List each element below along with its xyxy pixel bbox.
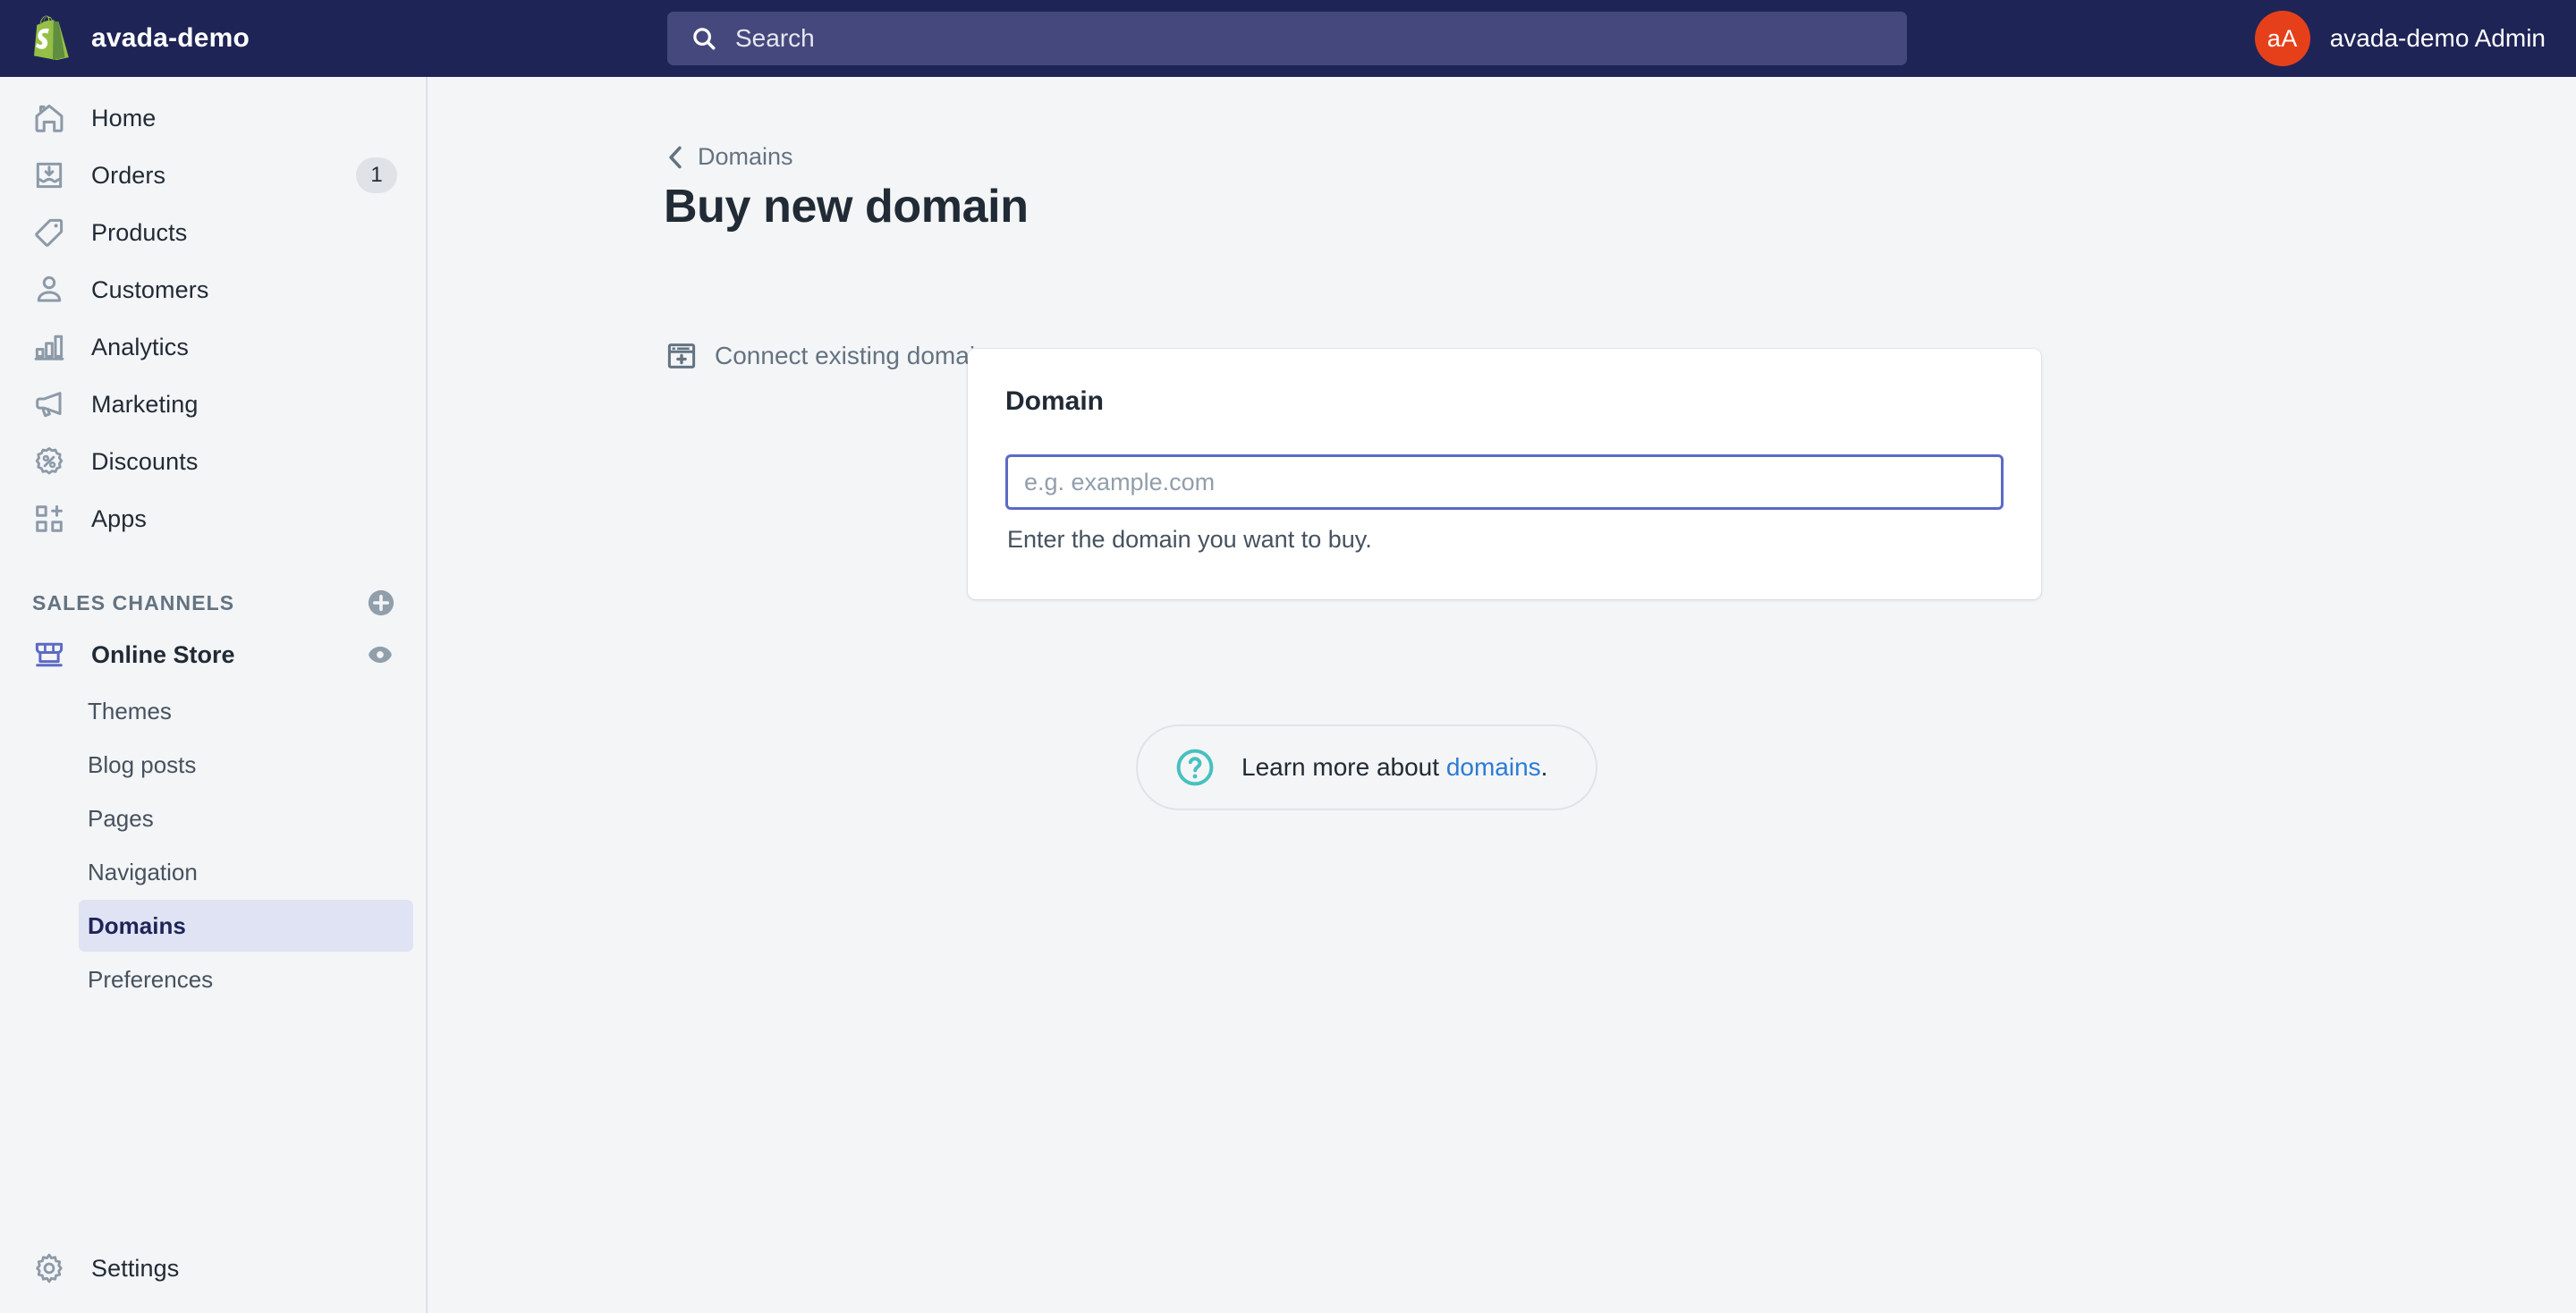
- sidebar-item-label: Orders: [91, 161, 166, 189]
- sidebar-item-discounts[interactable]: Discounts: [13, 433, 413, 490]
- brand-home-link[interactable]: avada-demo: [0, 0, 428, 77]
- sidebar-subitem-label: Themes: [88, 697, 172, 724]
- sidebar-item-analytics[interactable]: Analytics: [13, 318, 413, 376]
- search-placeholder-text: Search: [735, 24, 815, 52]
- window-plus-icon: [667, 343, 696, 368]
- connect-existing-domain-button[interactable]: Connect existing domain: [665, 339, 989, 373]
- eye-icon[interactable]: [365, 640, 395, 670]
- search-icon: [693, 28, 716, 50]
- account-name: avada-demo Admin: [2329, 24, 2546, 52]
- learn-more-banner: Learn more about domains.: [1136, 724, 1597, 810]
- sidebar-item-online-store[interactable]: Online Store: [13, 626, 413, 683]
- account-menu-button[interactable]: aA avada-demo Admin: [2254, 0, 2546, 77]
- sidebar-item-label: Products: [91, 218, 188, 246]
- avatar: aA: [2254, 11, 2310, 66]
- sidebar-item-home[interactable]: Home: [13, 89, 413, 147]
- learn-more-text: Learn more about domains.: [1241, 753, 1547, 782]
- question-circle-icon: [1176, 749, 1214, 786]
- home-icon: [35, 104, 64, 132]
- sidebar-item-settings[interactable]: Settings: [13, 1240, 415, 1297]
- breadcrumb-label: Domains: [698, 143, 793, 170]
- circle-plus-icon[interactable]: [365, 587, 397, 619]
- orders-icon: [36, 162, 63, 189]
- sidebar-item-pages[interactable]: Pages: [79, 792, 413, 844]
- domain-help-text: Enter the domain you want to buy.: [1007, 526, 1372, 553]
- domain-card-title: Domain: [1005, 386, 1105, 416]
- domain-card: Domain Enter the domain you want to buy.: [968, 349, 2041, 599]
- sidebar-subitem-label: Preferences: [88, 965, 214, 993]
- sidebar-subitem-label: Blog posts: [88, 750, 197, 778]
- chevron-left-icon: [669, 146, 682, 168]
- customers-icon: [37, 275, 62, 302]
- avatar-initials: aA: [2267, 24, 2298, 52]
- sidebar-item-label: Customers: [91, 275, 209, 303]
- store-name: avada-demo: [91, 23, 250, 53]
- page-title: Buy new domain: [664, 181, 1029, 233]
- sidebar-subitem-label: Navigation: [88, 858, 198, 885]
- sales-channels-title: SALES CHANNELS: [32, 590, 235, 614]
- products-icon: [35, 218, 64, 247]
- main-content: Domains Buy new domain Connect existing …: [429, 77, 2576, 1313]
- sidebar-item-label: Marketing: [91, 390, 199, 418]
- discounts-icon: [35, 447, 64, 475]
- sidebar-item-marketing[interactable]: Marketing: [13, 376, 413, 433]
- marketing-icon: [36, 392, 62, 418]
- sidebar: Home Orders 1 Products Customers Analyti…: [0, 77, 428, 1313]
- orders-count-badge: 1: [356, 157, 397, 193]
- top-bar: avada-demo Search aA avada-demo Admin: [0, 0, 2576, 77]
- learn-more-suffix: .: [1540, 753, 1548, 781]
- sidebar-item-customers[interactable]: Customers: [13, 261, 413, 318]
- sidebar-item-label: Home: [91, 104, 157, 131]
- primary-nav: Home Orders 1 Products Customers Analyti…: [0, 77, 426, 547]
- domains-link[interactable]: domains: [1446, 753, 1541, 781]
- settings-nav: Settings: [0, 1240, 428, 1297]
- shopify-logo-icon: [34, 15, 69, 61]
- sidebar-item-preferences[interactable]: Preferences: [79, 953, 413, 1005]
- sidebar-item-label: Settings: [91, 1254, 180, 1282]
- connect-existing-domain-label: Connect existing domain: [715, 342, 989, 369]
- search-input[interactable]: Search: [667, 12, 1907, 65]
- sidebar-item-apps[interactable]: Apps: [13, 490, 413, 547]
- sidebar-subitem-label: Pages: [88, 804, 154, 832]
- domain-input[interactable]: [1005, 454, 2004, 510]
- sidebar-item-label: Apps: [91, 504, 147, 532]
- apps-icon: [36, 504, 63, 532]
- storefront-icon: [35, 642, 64, 667]
- sidebar-item-label: Analytics: [91, 333, 189, 360]
- sidebar-item-navigation[interactable]: Navigation: [79, 846, 413, 898]
- sidebar-item-orders[interactable]: Orders 1: [13, 147, 413, 204]
- sidebar-item-products[interactable]: Products: [13, 204, 413, 261]
- sidebar-item-domains[interactable]: Domains: [79, 900, 413, 952]
- sales-channels-header: SALES CHANNELS: [32, 585, 397, 621]
- learn-more-prefix: Learn more about: [1241, 753, 1446, 781]
- sidebar-item-label: Online Store: [91, 640, 235, 668]
- gear-icon: [36, 1253, 63, 1283]
- breadcrumb[interactable]: Domains: [665, 143, 793, 171]
- analytics-icon: [34, 335, 64, 360]
- sidebar-item-themes[interactable]: Themes: [79, 685, 413, 737]
- sidebar-item-blog-posts[interactable]: Blog posts: [79, 739, 413, 791]
- sidebar-subitem-label: Domains: [88, 911, 186, 939]
- sidebar-item-label: Discounts: [91, 447, 199, 475]
